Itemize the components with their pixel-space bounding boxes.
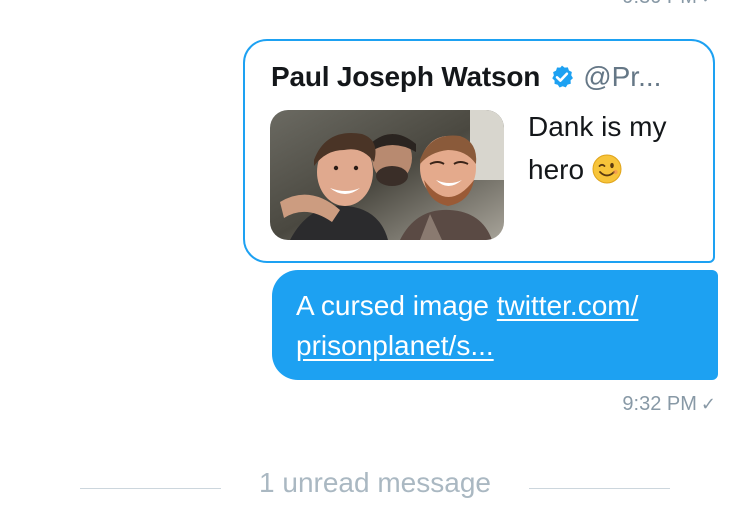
tweet-author-name: Paul Joseph Watson [271,61,541,92]
sent-message-bubble[interactable]: A cursed image twitter.com/ prisonplanet… [272,270,718,380]
message-text: A cursed image [296,290,489,321]
unread-message-divider: 1 unread message [259,467,491,498]
message-timestamp-text: 9:32 PM [622,393,697,415]
previous-message-timestamp: 9:30 PM ✓ [622,0,716,9]
dm-conversation: 9:30 PM ✓ Paul Joseph Watson @Pr... [0,0,750,524]
previous-timestamp-text: 9:30 PM [622,0,696,8]
tweet-author-handle: @Pr... [583,61,662,92]
tweet-header: Paul Joseph Watson @Pr... [271,61,661,93]
shared-tweet-card[interactable]: Paul Joseph Watson @Pr... Dank is my her… [243,39,715,263]
verified-badge-icon [549,64,575,90]
unread-divider-line-right [529,488,670,489]
group-selfie-photo[interactable] [270,110,504,240]
message-timestamp: 9:32 PM ✓ [622,393,716,416]
unread-divider-line-left [80,488,221,489]
checkmark-icon: ✓ [701,0,716,7]
tweet-text: Dank is my hero [528,105,703,191]
winking-face-icon [592,153,622,184]
checkmark-icon: ✓ [700,394,716,414]
